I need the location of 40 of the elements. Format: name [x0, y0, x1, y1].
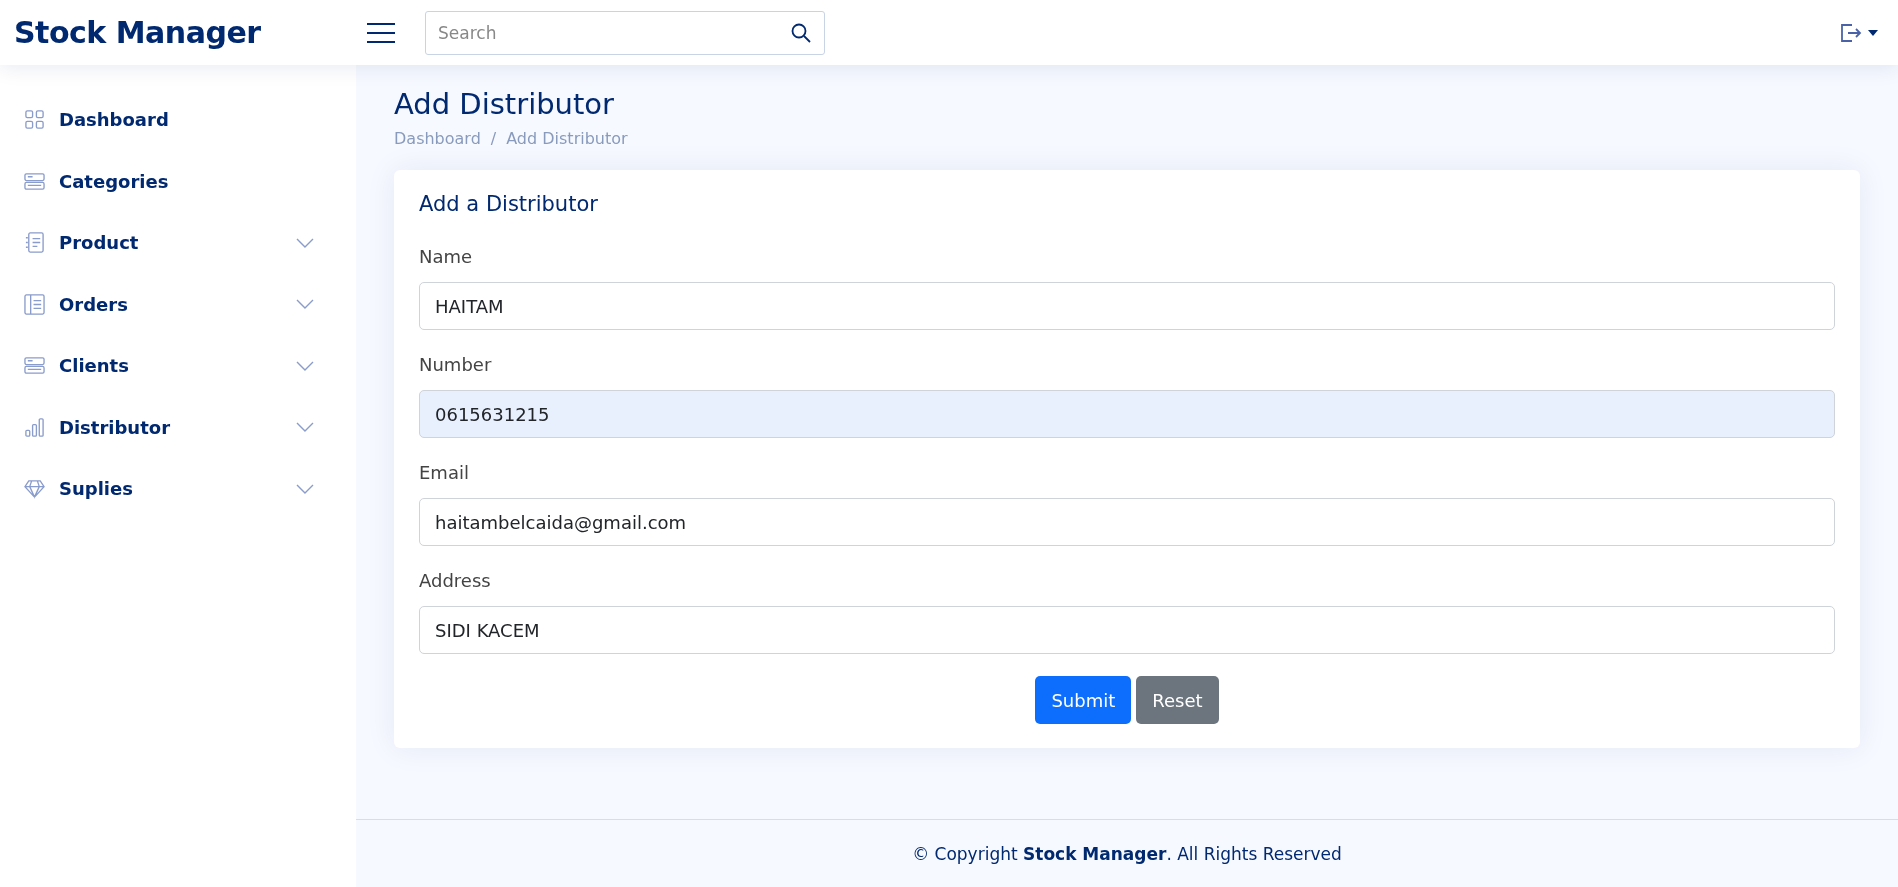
sidebar-icon	[24, 293, 45, 315]
sidebar-item[interactable]: Product	[24, 212, 314, 274]
breadcrumb-separator: /	[490, 129, 497, 148]
sidebar-item[interactable]: Distributor	[24, 396, 314, 458]
search-icon[interactable]	[791, 22, 811, 43]
chevron-icon[interactable]	[296, 237, 314, 248]
card-title: Add a Distributor	[419, 192, 599, 216]
sidebar-icon	[24, 355, 45, 377]
submit-button[interactable]: Submit	[1035, 676, 1132, 724]
search-field[interactable]: Search	[425, 10, 825, 55]
field-label: Address	[419, 570, 492, 591]
input-field[interactable]: SIDI KACEM	[419, 606, 1835, 654]
chevron-icon[interactable]	[296, 483, 314, 494]
input-field[interactable]: haitambelcaida@gmail.com	[419, 498, 1835, 546]
sidebar-item[interactable]: Dashboard	[24, 89, 314, 151]
breadcrumb-item: Add Distributor	[506, 129, 628, 148]
sidebar-item[interactable]: Orders	[24, 273, 314, 335]
sidebar-item[interactable]: Clients	[24, 335, 314, 397]
sidebar-item[interactable]: Suplies	[24, 458, 314, 520]
menu-icon[interactable]	[367, 21, 395, 44]
page-title: Add Distributor	[394, 87, 616, 121]
chevron-icon[interactable]	[296, 360, 314, 371]
sidebar-item[interactable]: Categories	[24, 150, 314, 212]
sidebar-icon	[24, 170, 45, 192]
caret-icon[interactable]	[1868, 29, 1878, 36]
field-label: Number	[419, 354, 493, 375]
input-field[interactable]: 0615631215	[419, 390, 1835, 438]
reset-button[interactable]: Reset	[1136, 676, 1219, 724]
sidebar-icon	[24, 232, 45, 254]
field-label: Name	[419, 246, 474, 267]
chevron-icon[interactable]	[296, 299, 314, 310]
field-label: Email	[419, 462, 470, 483]
sidebar-icon	[24, 416, 45, 438]
copyright-text: © Copyright Stock Manager. All Rights Reserved	[912, 843, 1342, 864]
brand-title[interactable]: Stock Manager	[14, 15, 367, 50]
sidebar-icon	[24, 109, 45, 131]
exit-icon[interactable]	[1840, 23, 1862, 42]
chevron-icon[interactable]	[296, 422, 314, 433]
sidebar-icon	[24, 478, 45, 500]
input-field[interactable]: HAITAM	[419, 282, 1835, 330]
